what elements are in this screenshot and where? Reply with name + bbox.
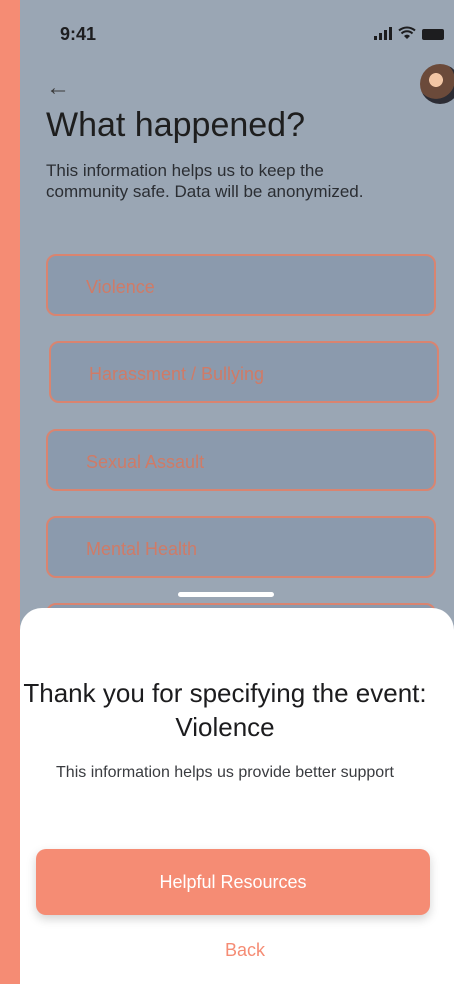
page-title: What happened?: [46, 106, 305, 144]
option-harassment-bullying[interactable]: Harassment / Bullying: [49, 341, 439, 403]
helpful-resources-button[interactable]: Helpful Resources: [36, 849, 430, 915]
option-violence[interactable]: Violence: [46, 254, 436, 316]
sheet-handle[interactable]: [178, 592, 274, 597]
option-label: Harassment / Bullying: [89, 364, 265, 384]
option-label: Sexual Assault: [86, 452, 205, 472]
signal-icon: [374, 27, 392, 40]
back-link[interactable]: Back: [0, 940, 454, 961]
bottom-sheet: [20, 608, 454, 984]
status-time: 9:41: [60, 24, 97, 44]
option-mental-health[interactable]: Mental Health: [46, 516, 436, 578]
wifi-icon: [398, 26, 416, 39]
page-description: This information helps us to keep the co…: [46, 161, 364, 201]
option-sexual-assault[interactable]: Sexual Assault: [46, 429, 436, 491]
battery-icon: [422, 29, 444, 40]
option-label: Violence: [86, 277, 155, 297]
sheet-description: This information helps us provide better…: [56, 764, 394, 781]
avatar[interactable]: [420, 64, 454, 104]
option-label: Mental Health: [86, 539, 198, 559]
status-bar: 9:41: [20, 0, 454, 60]
sheet-title: Thank you for specifying the event: Viol…: [23, 678, 427, 742]
app-frame: 9:41 ← What happened? This information h…: [0, 0, 454, 984]
back-arrow-icon[interactable]: ←: [46, 74, 70, 102]
screen: 9:41 ← What happened? This information h…: [20, 0, 454, 984]
system-icons: [374, 26, 444, 40]
